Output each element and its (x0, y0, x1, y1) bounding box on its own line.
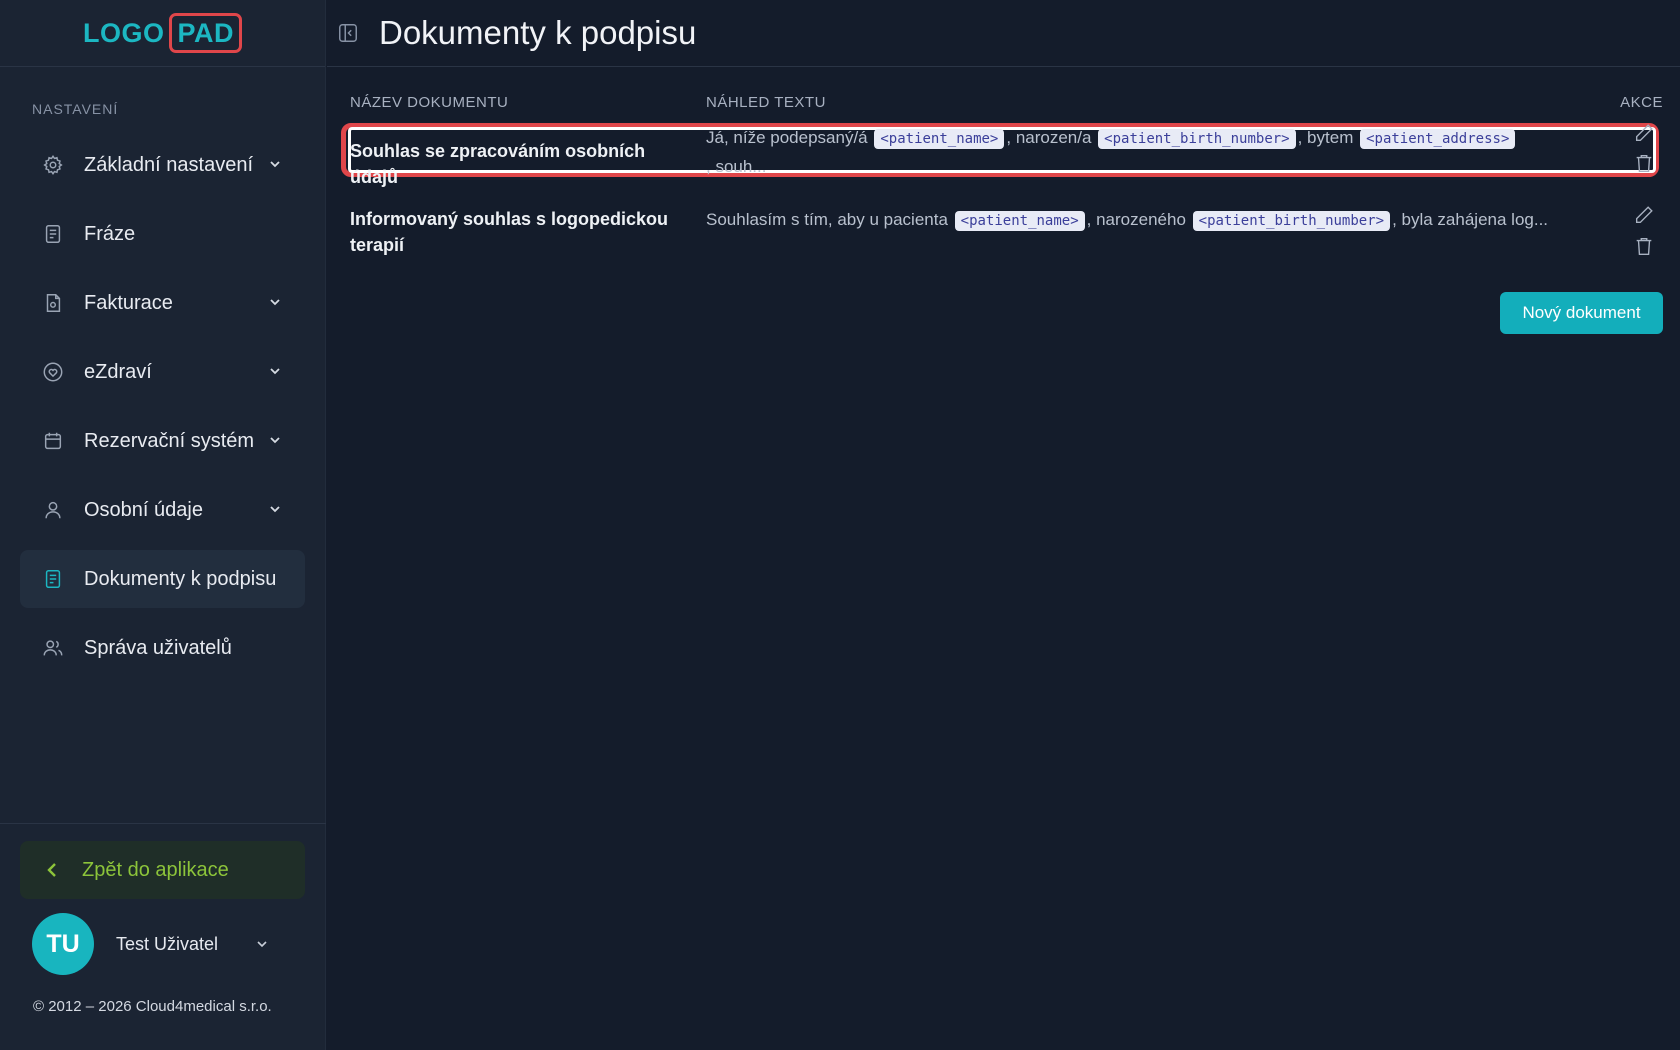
sidebar-item-basic-settings[interactable]: Základní nastavení (20, 136, 305, 194)
preview-text: , bytem (1297, 128, 1354, 147)
column-header-preview: NÁHLED TEXTU (706, 94, 826, 111)
section-label-settings: NASTAVENÍ (32, 101, 119, 117)
chevron-down-icon (270, 437, 280, 444)
collapse-sidebar-icon[interactable] (337, 22, 359, 44)
calendar-icon (42, 430, 64, 452)
delete-icon[interactable] (1633, 235, 1655, 257)
user-menu[interactable]: TU Test Uživatel (32, 912, 292, 976)
chevron-left-icon (47, 863, 56, 877)
preview-text: , narozen/a (1006, 128, 1092, 147)
page-title: Dokumenty k podpisu (379, 14, 697, 51)
logo-text-logo: LOGO (82, 17, 165, 48)
delete-icon[interactable] (1633, 152, 1655, 174)
new-document-button[interactable]: Nový dokument (1500, 292, 1663, 334)
preview-text: , souh... (706, 157, 767, 176)
sidebar-item-invoicing[interactable]: Fakturace (20, 274, 305, 332)
document-name: Informovaný souhlas s logopedickou terap… (350, 209, 669, 255)
preview-text: , narozeného (1086, 210, 1186, 229)
column-header-actions: AKCE (1620, 94, 1663, 111)
sidebar-item-label: Fakturace (84, 291, 173, 314)
column-header-name: NÁZEV DOKUMENTU (350, 94, 509, 111)
sidebar-item-label: Dokumenty k podpisu (84, 567, 277, 590)
placeholder-tag: <patient_address> (1360, 129, 1516, 149)
sidebar-item-label: Osobní údaje (84, 498, 203, 521)
user-name: Test Uživatel (116, 933, 219, 954)
sidebar-item-label: Správa uživatelů (84, 636, 232, 659)
table-header: NÁZEV DOKUMENTU NÁHLED TEXTU AKCE (350, 90, 1663, 116)
placeholder-tag: <patient_name> (954, 211, 1085, 231)
document-icon (42, 568, 64, 590)
placeholder-tag: <patient_birth_number> (1192, 211, 1391, 231)
gear-icon (42, 154, 64, 176)
sidebar-item-reservation-system[interactable]: Rezervační systém (20, 412, 305, 470)
chevron-down-icon (270, 368, 280, 375)
preview-text: , byla zahájena log... (1392, 210, 1549, 229)
chevron-down-icon[interactable] (254, 936, 270, 952)
user-icon (42, 499, 64, 521)
chevron-down-icon (270, 161, 280, 168)
copyright: © 2012 – 2026 Cloud4medical s.r.o. (33, 998, 272, 1015)
sidebar-item-label: Fráze (84, 222, 136, 245)
document-preview: Souhlasím s tím, aby u pacienta <patient… (706, 206, 1596, 235)
logo[interactable]: LOGO PAD (83, 13, 242, 53)
sidebar: LOGO PAD NASTAVENÍ Základní nastavení Fr… (0, 0, 326, 1050)
preview-text: Souhlasím s tím, aby u pacienta (706, 210, 948, 229)
divider (0, 823, 326, 824)
sidebar-item-user-management[interactable]: Správa uživatelů (20, 619, 305, 677)
preview-text: Já, níže podepsaný/á (706, 128, 868, 147)
sidebar-item-ezdravi[interactable]: eZdraví (20, 343, 305, 401)
sidebar-item-phrases[interactable]: Fráze (20, 205, 305, 263)
users-icon (42, 637, 64, 659)
edit-icon[interactable] (1633, 122, 1655, 144)
document-icon (42, 223, 64, 245)
sidebar-item-personal-data[interactable]: Osobní údaje (20, 481, 305, 539)
chevron-down-icon (270, 506, 280, 513)
invoice-icon (42, 292, 64, 314)
avatar: TU (32, 913, 94, 975)
edit-icon[interactable] (1633, 204, 1655, 226)
logo-text-pad: PAD (169, 13, 242, 53)
sidebar-nav: Základní nastavení Fráze Fakturace eZdra… (20, 136, 305, 688)
table-row[interactable]: Souhlas se zpracováním osobních údajů Já… (350, 124, 1663, 187)
placeholder-tag: <patient_name> (874, 129, 1005, 149)
logo-area: LOGO PAD (0, 0, 325, 67)
sidebar-item-documents-to-sign[interactable]: Dokumenty k podpisu (20, 550, 305, 608)
table-row[interactable]: Informovaný souhlas s logopedickou terap… (350, 206, 1663, 270)
sidebar-item-label: Základní nastavení (84, 153, 253, 176)
back-to-app-button[interactable]: Zpět do aplikace (20, 841, 305, 899)
header: Dokumenty k podpisu (327, 0, 1680, 67)
document-preview: Já, níže podepsaný/á <patient_name>, nar… (706, 124, 1596, 180)
sidebar-item-label: Rezervační systém (84, 429, 255, 452)
documents-table: NÁZEV DOKUMENTU NÁHLED TEXTU AKCE Souhla… (341, 90, 1663, 255)
sidebar-item-label: eZdraví (84, 360, 152, 383)
heart-icon (42, 361, 64, 383)
placeholder-tag: <patient_birth_number> (1098, 129, 1296, 149)
back-to-app-label: Zpět do aplikace (82, 858, 229, 881)
chevron-down-icon (270, 299, 280, 306)
document-name: Souhlas se zpracováním osobních údajů (350, 141, 646, 187)
